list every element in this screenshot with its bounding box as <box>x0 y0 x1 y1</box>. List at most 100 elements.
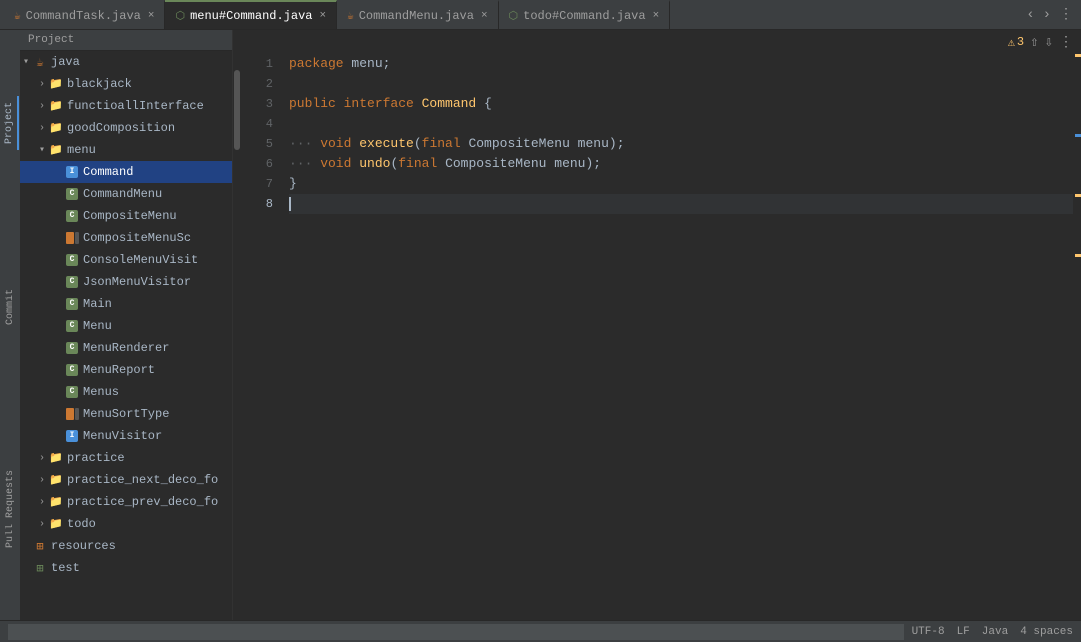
more-tabs-icon[interactable]: ⋮ <box>1059 6 1073 23</box>
commandmenu-close[interactable]: × <box>481 10 488 22</box>
code-token: ( <box>414 136 422 151</box>
tree-item-Main[interactable]: CMain <box>20 293 232 315</box>
project-panel: Project ▾☕java›📁blackjack›📁functioallInt… <box>20 30 233 620</box>
tree-item-icon: 📁 <box>48 473 64 487</box>
tree-item-CommandMenu[interactable]: CCommandMenu <box>20 183 232 205</box>
tree-item-icon: C <box>64 386 80 398</box>
tree-item-practice_next_deco_fo[interactable]: ›📁practice_next_deco_fo <box>20 469 232 491</box>
tree-item-functioallInterface[interactable]: ›📁functioallInterface <box>20 95 232 117</box>
commandtask-icon: ☕ <box>14 9 21 23</box>
tree-item-todo[interactable]: ›📁todo <box>20 513 232 535</box>
tree-item-java[interactable]: ▾☕java <box>20 51 232 73</box>
tree-item-label: CompositeMenuSc <box>83 231 191 245</box>
tree-arrow: › <box>36 519 48 530</box>
tree-item-icon: C <box>64 276 80 288</box>
tree-item-icon: C <box>64 320 80 332</box>
tree-arrow: › <box>36 123 48 134</box>
tree-item-MenuVisitor[interactable]: IMenuVisitor <box>20 425 232 447</box>
commandmenu-icon: ☕ <box>347 9 354 23</box>
tree-item-menu[interactable]: ▾📁menu <box>20 139 232 161</box>
status-items: UTF-8 LF Java 4 spaces <box>912 626 1073 638</box>
status-item[interactable]: 4 spaces <box>1020 626 1073 638</box>
menu-command-close[interactable]: × <box>319 10 326 22</box>
tab-commandmenu[interactable]: ☕CommandMenu.java× <box>337 0 498 29</box>
commandtask-close[interactable]: × <box>148 10 155 22</box>
tree-item-MenuSortType[interactable]: MenuSortType <box>20 403 232 425</box>
line-number-5: 5 <box>249 134 273 154</box>
tree-item-ConsoleMenuVisit[interactable]: CConsoleMenuVisit <box>20 249 232 271</box>
code-token: public <box>289 96 344 111</box>
tree-item-blackjack[interactable]: ›📁blackjack <box>20 73 232 95</box>
code-token: void <box>312 136 359 151</box>
warning-badge[interactable]: ⚠ 3 <box>1008 35 1024 50</box>
tab-commandtask[interactable]: ☕ CommandTask.java × <box>4 0 165 29</box>
nav-down-icon[interactable]: ⇩ <box>1045 34 1053 51</box>
pull-requests-activity-item[interactable]: Pull Requests <box>3 464 18 554</box>
right-gutter <box>1073 54 1081 620</box>
tree-item-goodComposition[interactable]: ›📁goodComposition <box>20 117 232 139</box>
tree-item-CompositeMenu[interactable]: CCompositeMenu <box>20 205 232 227</box>
tree-item-icon: 📁 <box>48 517 64 531</box>
todo-command-icon: ⬡ <box>509 9 519 23</box>
code-content[interactable]: package menu;public interface Command {·… <box>281 54 1073 620</box>
tree-item-label: Command <box>83 165 133 179</box>
tree-item-test[interactable]: ⊞test <box>20 557 232 579</box>
tree-item-icon: 📁 <box>48 77 64 91</box>
line-number-7: 7 <box>249 174 273 194</box>
tab-bar: ☕CommandTask.java×⬡menu#Command.java×☕Co… <box>0 0 1081 30</box>
code-token: undo <box>359 156 390 171</box>
tree-item-MenuReport[interactable]: CMenuReport <box>20 359 232 381</box>
tree-item-icon: 📁 <box>48 121 64 135</box>
tree-item-label: ConsoleMenuVisit <box>83 253 198 267</box>
commit-activity-item[interactable]: Commit <box>3 283 18 331</box>
mid-scrollbar[interactable] <box>233 30 241 620</box>
tree-item-JsonMenuVisitor[interactable]: CJsonMenuVisitor <box>20 271 232 293</box>
code-line-8 <box>289 194 1073 214</box>
tree-item-Menus[interactable]: CMenus <box>20 381 232 403</box>
mid-scrollbar-thumb[interactable] <box>234 70 240 150</box>
status-item[interactable]: Java <box>982 626 1008 638</box>
tree-item-resources[interactable]: ⊞resources <box>20 535 232 557</box>
tree-item-label: CommandMenu <box>83 187 162 201</box>
tab-todo-command[interactable]: ⬡todo#Command.java× <box>499 0 671 29</box>
todo-command-close[interactable]: × <box>653 10 660 22</box>
tab-menu-command[interactable]: ⬡menu#Command.java× <box>165 0 337 29</box>
tree-item-practice_prev_deco_fo[interactable]: ›📁practice_prev_deco_fo <box>20 491 232 513</box>
status-item[interactable]: LF <box>957 626 970 638</box>
status-item[interactable]: UTF-8 <box>912 626 945 638</box>
tree-item-practice[interactable]: ›📁practice <box>20 447 232 469</box>
tree-item-label: java <box>51 55 80 69</box>
tab-actions: ‹ › ⋮ <box>1026 0 1081 29</box>
code-token: ); <box>586 156 602 171</box>
commandtask-label: CommandTask.java <box>26 9 141 23</box>
code-token: ··· <box>289 136 312 151</box>
tree-item-Command[interactable]: ICommand <box>20 161 232 183</box>
code-token: final <box>398 156 445 171</box>
tree-item-MenuRenderer[interactable]: CMenuRenderer <box>20 337 232 359</box>
code-token: final <box>422 136 469 151</box>
tree-item-CompositeMenuSc[interactable]: CompositeMenuSc <box>20 227 232 249</box>
tree-arrow: › <box>36 453 48 464</box>
scroll-left-icon[interactable]: ‹ <box>1026 7 1034 23</box>
tree-item-icon: C <box>64 188 80 200</box>
code-token: interface <box>344 96 422 111</box>
nav-up-icon[interactable]: ⇧ <box>1030 34 1038 51</box>
code-line-7: } <box>289 174 1073 194</box>
project-activity-item[interactable]: Project <box>2 96 19 150</box>
tree-item-icon: ⊞ <box>32 539 48 554</box>
tree-item-icon: ⊞ <box>32 561 48 576</box>
tree-item-label: goodComposition <box>67 121 175 135</box>
tree-item-label: practice <box>67 451 125 465</box>
status-input[interactable] <box>8 624 904 640</box>
tree-item-icon: ☕ <box>32 55 48 70</box>
status-bar: UTF-8 LF Java 4 spaces <box>0 620 1081 642</box>
scroll-right-icon[interactable]: › <box>1043 7 1051 23</box>
tree-item-Menu[interactable]: CMenu <box>20 315 232 337</box>
code-line-2 <box>289 74 1073 94</box>
editor-more-icon[interactable]: ⋮ <box>1059 34 1073 51</box>
code-line-5: ··· void execute(final CompositeMenu men… <box>289 134 1073 154</box>
code-token: Command <box>422 96 477 111</box>
code-token: ); <box>609 136 625 151</box>
line-number-6: 6 <box>249 154 273 174</box>
line-number-1: 1 <box>249 54 273 74</box>
